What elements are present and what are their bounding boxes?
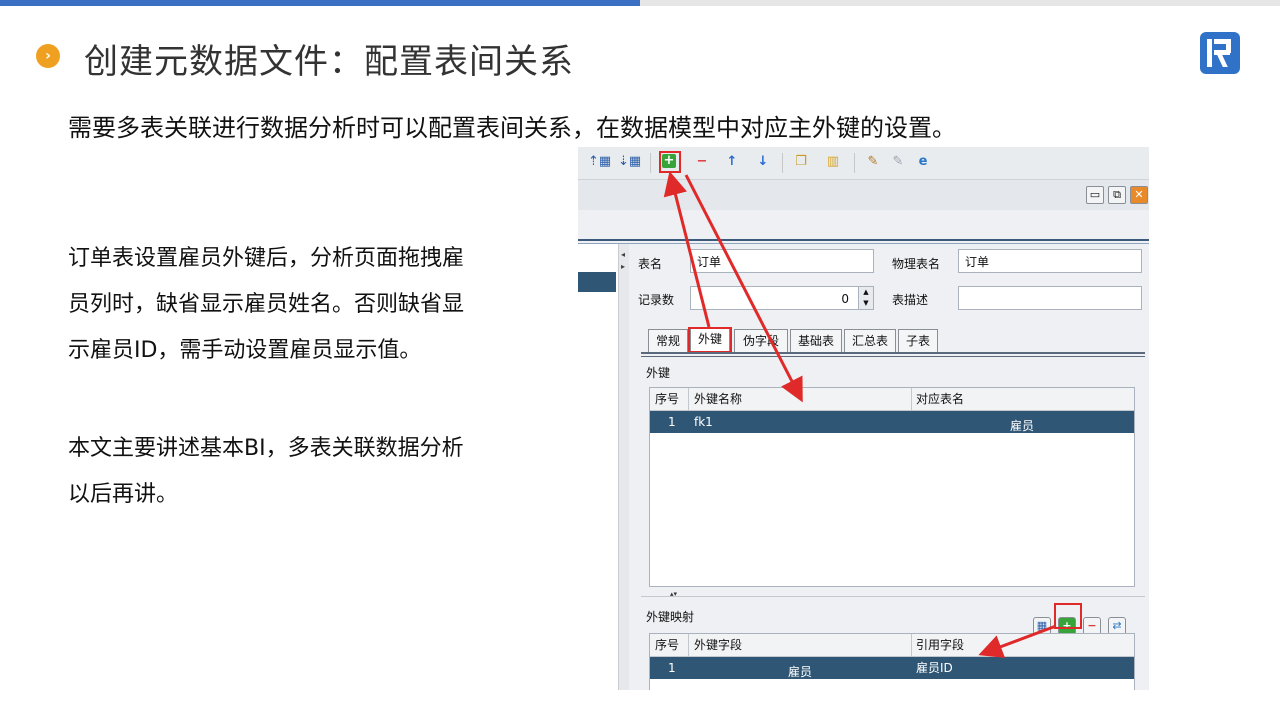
slide-title: 创建元数据文件：配置表间关系 xyxy=(84,42,574,82)
brand-logo-icon xyxy=(1200,32,1240,74)
arrow-to-fk-row xyxy=(684,174,803,403)
description-paragraph-1: 订单表设置雇员外键后，分析页面拖拽雇 员列时，缺省显示雇员姓名。否则缺省显 示雇… xyxy=(68,236,558,374)
paragraph-line: 员列时，缺省显示雇员姓名。否则缺省显 xyxy=(68,292,465,317)
app-screenshot: ⇡▦ ⇣▦ + − ↑ ↓ ❐ ▥ ✎ ✎ e ▭ ⧉ ✕ ◂ ▸ 表名 订单 … xyxy=(578,147,1149,690)
top-accent-bar xyxy=(0,0,640,6)
arrow-to-mapping-row xyxy=(978,624,1057,658)
top-gray-bar xyxy=(640,0,1280,6)
paragraph-line: 本文主要讲述基本BI，多表关联数据分析 xyxy=(68,436,464,461)
paragraph-line: 订单表设置雇员外键后，分析页面拖拽雇 xyxy=(68,246,465,271)
annotation-arrows xyxy=(663,171,1057,658)
arrow-to-add-button xyxy=(663,171,711,328)
title-bullet-icon: › xyxy=(36,44,60,68)
slide-subtitle: 需要多表关联进行数据分析时可以配置表间关系，在数据模型中对应主外键的设置。 xyxy=(68,114,956,142)
paragraph-line: 以后再讲。 xyxy=(68,482,179,507)
description-paragraph-2: 本文主要讲述基本BI，多表关联数据分析 以后再讲。 xyxy=(68,426,558,518)
paragraph-line: 示雇员ID，需手动设置雇员显示值。 xyxy=(68,338,422,363)
